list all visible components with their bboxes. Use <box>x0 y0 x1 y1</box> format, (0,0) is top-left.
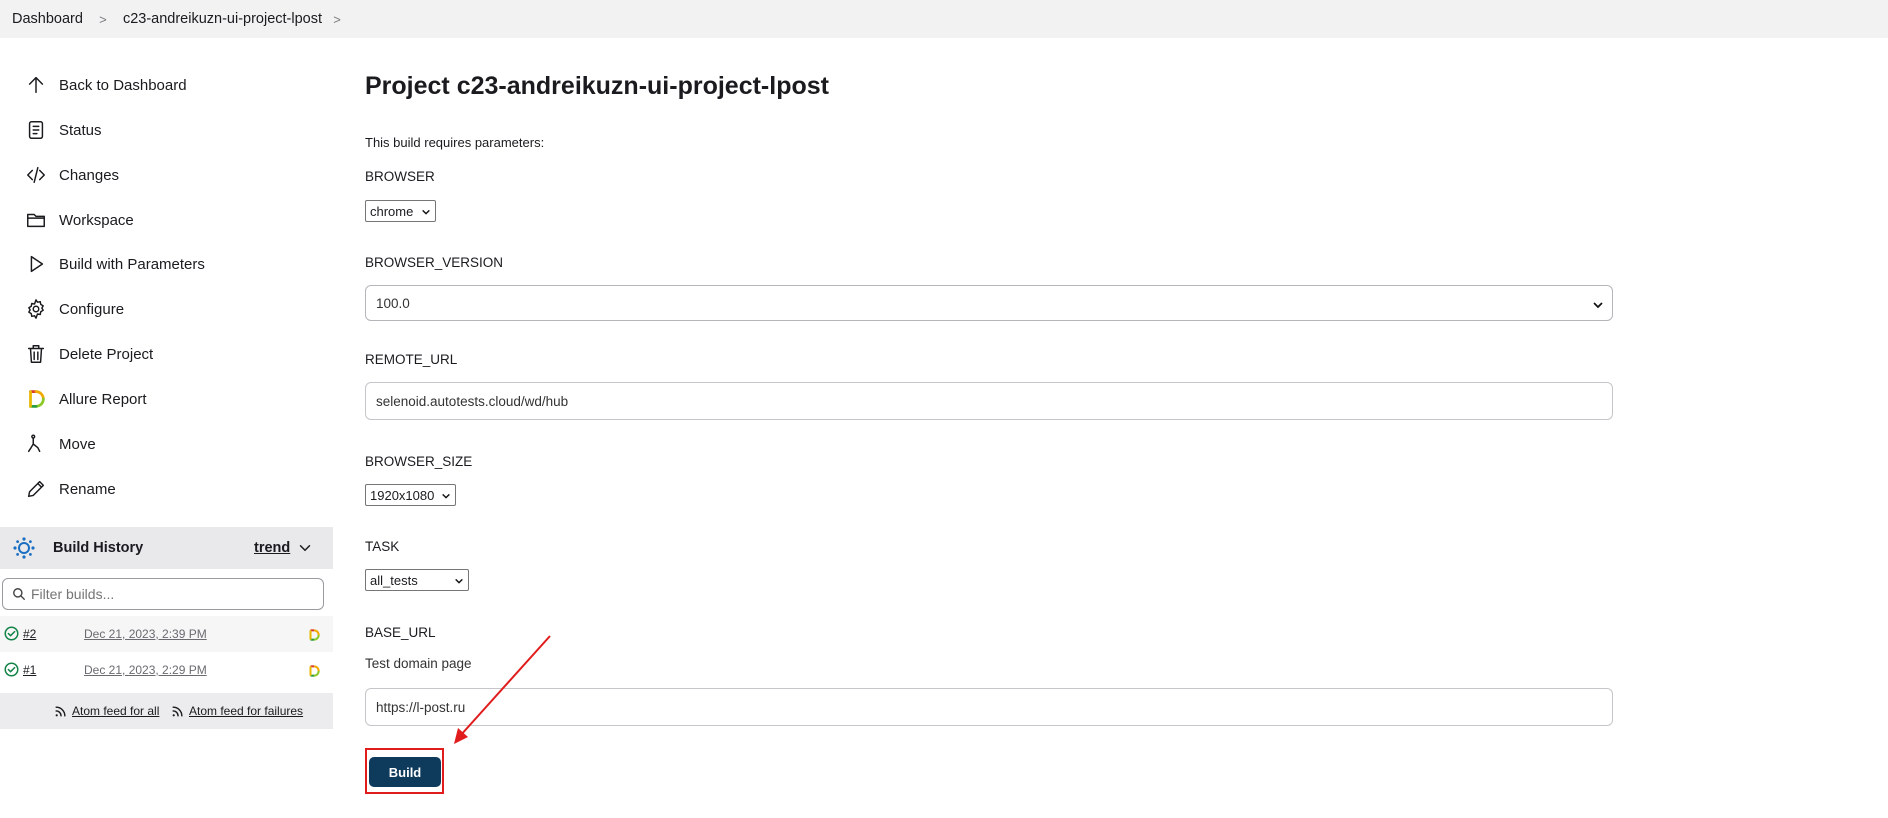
chevron-down-icon <box>442 493 450 499</box>
browser-size-select[interactable]: 1920x1080 <box>365 484 456 506</box>
sidebar-item-label: Status <box>59 121 102 139</box>
search-icon <box>13 588 25 600</box>
task-select[interactable]: all_tests <box>365 569 469 591</box>
arrow-up-icon <box>24 73 48 97</box>
sidebar-item-changes[interactable]: Changes <box>24 160 119 190</box>
breadcrumb-project[interactable]: c23-andreikuzn-ui-project-lpost <box>123 11 322 27</box>
param-label-base-url: BASE_URL <box>365 625 436 640</box>
trash-icon <box>24 342 48 366</box>
pencil-icon <box>24 477 48 501</box>
sidebar-item-move[interactable]: Move <box>24 429 96 459</box>
sidebar-item-label: Rename <box>59 480 116 498</box>
annotation-arrow <box>454 635 551 744</box>
atom-feed-all-label: Atom feed for all <box>72 704 160 718</box>
sidebar-item-back-to-dashboard[interactable]: Back to Dashboard <box>24 70 187 100</box>
browser-size-value: 1920x1080 <box>370 487 435 503</box>
sidebar-item-label: Build with Parameters <box>59 255 205 273</box>
atom-feed-failures-link[interactable]: Atom feed for failures <box>171 704 303 718</box>
breadcrumb-dashboard[interactable]: Dashboard <box>12 11 83 27</box>
param-label-remote-url: REMOTE_URL <box>365 352 458 367</box>
parameters-note: This build requires parameters: <box>365 135 545 150</box>
build-history-header: Build History trend <box>0 527 333 569</box>
chevron-down-icon <box>1593 302 1603 309</box>
move-icon <box>24 432 48 456</box>
atom-feeds: Atom feed for all Atom feed for failures <box>0 693 333 729</box>
atom-feed-all-link[interactable]: Atom feed for all <box>54 704 159 718</box>
breadcrumb-separator[interactable]: > <box>322 12 352 27</box>
param-label-browser-size: BROWSER_SIZE <box>365 454 473 469</box>
rss-icon <box>55 705 66 717</box>
sidebar-item-label: Back to Dashboard <box>59 76 187 94</box>
sidebar-item-build-with-parameters[interactable]: Build with Parameters <box>24 249 205 279</box>
build-button[interactable]: Build <box>369 757 441 787</box>
filter-builds-input[interactable] <box>31 586 311 602</box>
sidebar-item-label: Allure Report <box>59 390 147 408</box>
filter-builds[interactable] <box>2 578 324 610</box>
sidebar-item-status[interactable]: Status <box>24 115 102 145</box>
task-value: all_tests <box>370 572 418 588</box>
sidebar-item-label: Move <box>59 435 96 453</box>
sidebar-item-delete-project[interactable]: Delete Project <box>24 339 153 369</box>
sidebar-item-rename[interactable]: Rename <box>24 474 116 504</box>
param-label-task: TASK <box>365 539 400 554</box>
param-label-browser: BROWSER <box>365 169 435 184</box>
chevron-down-icon <box>422 209 430 215</box>
document-icon <box>24 118 48 142</box>
play-icon <box>24 252 48 276</box>
build-row: #2 Dec 21, 2023, 2:39 PM <box>0 616 333 652</box>
success-icon <box>4 626 19 641</box>
build-history-icon <box>13 537 35 559</box>
success-icon <box>4 662 19 677</box>
gear-icon <box>24 297 48 321</box>
chevron-down-icon <box>455 578 463 584</box>
sidebar-item-label: Configure <box>59 300 125 318</box>
browser-select[interactable]: chrome <box>365 200 436 222</box>
rss-icon <box>172 705 183 717</box>
param-label-browser-version: BROWSER_VERSION <box>365 255 504 270</box>
allure-icon <box>24 387 48 411</box>
remote-url-value: selenoid.autotests.cloud/wd/hub <box>376 393 569 409</box>
breadcrumb: Dashboard > c23-andreikuzn-ui-project-lp… <box>0 0 1888 38</box>
browser-version-value: 100.0 <box>376 295 410 311</box>
sidebar-item-label: Delete Project <box>59 345 154 363</box>
browser-select-value: chrome <box>370 203 414 219</box>
build-history-title: Build History <box>53 540 144 556</box>
trend-link[interactable]: trend <box>254 540 290 556</box>
build-date-link[interactable]: Dec 21, 2023, 2:29 PM <box>84 663 207 677</box>
page-title: Project c23-andreikuzn-ui-project-lpost <box>365 72 829 100</box>
atom-feed-failures-label: Atom feed for failures <box>189 704 304 718</box>
sidebar-item-workspace[interactable]: Workspace <box>24 205 134 235</box>
sidebar-item-configure[interactable]: Configure <box>24 294 124 324</box>
sidebar-item-label: Workspace <box>59 211 134 229</box>
breadcrumb-separator: > <box>99 11 107 27</box>
build-row: #1 Dec 21, 2023, 2:29 PM <box>0 652 333 688</box>
build-date-link[interactable]: Dec 21, 2023, 2:39 PM <box>84 627 207 641</box>
sidebar-item-label: Changes <box>59 166 120 184</box>
chevron-down-icon[interactable] <box>296 539 314 557</box>
allure-icon[interactable] <box>307 628 321 642</box>
remote-url-input[interactable]: selenoid.autotests.cloud/wd/hub <box>365 382 1613 420</box>
browser-version-select[interactable]: 100.0 <box>365 285 1613 321</box>
build-number-link[interactable]: #2 <box>23 627 36 641</box>
sidebar-item-allure-report[interactable]: Allure Report <box>24 384 147 414</box>
build-number-link[interactable]: #1 <box>23 663 36 677</box>
folder-icon <box>24 208 48 232</box>
allure-icon[interactable] <box>307 664 321 678</box>
code-icon <box>24 163 48 187</box>
